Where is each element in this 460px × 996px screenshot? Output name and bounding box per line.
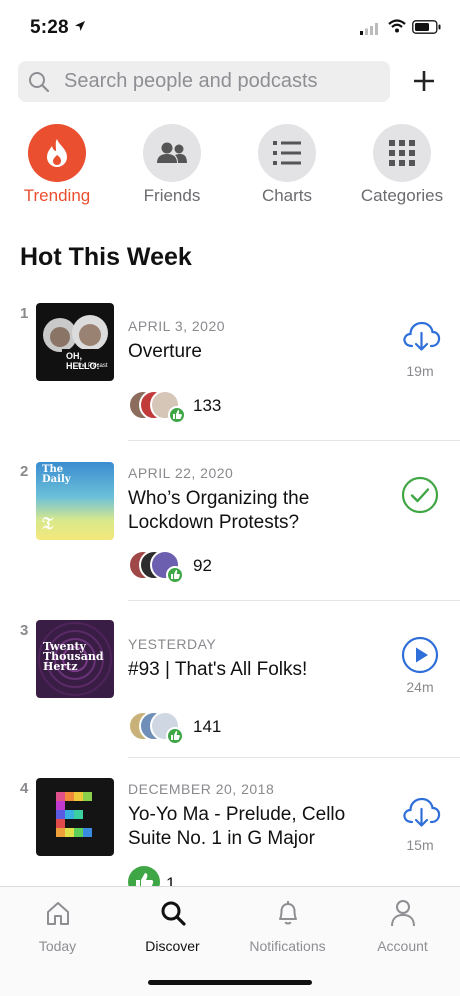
category-label: Categories — [360, 186, 444, 205]
episode-date: DECEMBER 20, 2018 — [128, 781, 275, 797]
download-icon — [403, 797, 441, 827]
download-icon — [403, 321, 441, 351]
bell-icon — [230, 897, 345, 929]
thumbs-up-icon — [166, 727, 184, 745]
thumbs-up-icon — [166, 566, 184, 584]
episode-rank: 4 — [20, 780, 29, 797]
play-icon — [401, 636, 439, 674]
artwork-text: The Daily — [42, 464, 71, 485]
wifi-icon — [388, 19, 406, 38]
tab-label: Notifications — [249, 938, 326, 954]
search-icon — [115, 897, 230, 929]
download-button[interactable] — [401, 794, 441, 832]
list-icon — [258, 124, 316, 182]
section-title: Hot This Week — [20, 243, 192, 271]
home-indicator — [148, 980, 312, 985]
thumbs-up-icon — [168, 406, 186, 424]
tab-label: Discover — [145, 938, 200, 954]
divider — [128, 440, 460, 441]
podcast-artwork: The Daily 𝔗 — [36, 462, 114, 540]
home-icon — [0, 897, 115, 929]
play-button[interactable] — [401, 636, 439, 674]
people-icon — [143, 124, 201, 182]
downloaded-button[interactable] — [401, 476, 439, 514]
podcast-artwork: OH, HELLO: the P'dcast — [36, 303, 114, 381]
search-input[interactable]: Search people and podcasts — [18, 61, 390, 102]
plus-icon — [414, 71, 434, 91]
podcast-artwork — [36, 778, 114, 856]
flame-icon — [28, 124, 86, 182]
like-count: 92 — [193, 556, 212, 575]
status-bar: 5:28 — [0, 0, 460, 54]
episode-date: APRIL 22, 2020 — [128, 465, 234, 481]
check-icon — [401, 476, 439, 514]
episode-rank: 3 — [20, 622, 29, 639]
category-label: Trending — [23, 186, 91, 205]
artwork-text: Twenty Thousand Hertz — [43, 640, 104, 673]
location-arrow-icon — [74, 19, 86, 37]
category-trending[interactable]: Trending — [2, 124, 112, 206]
download-button[interactable] — [401, 318, 441, 356]
tab-label: Account — [377, 938, 428, 954]
episode-rank: 1 — [20, 305, 29, 322]
category-charts[interactable]: Charts — [232, 124, 342, 206]
episode-duration: 19m — [406, 363, 434, 379]
tab-notifications[interactable]: Notifications — [230, 897, 345, 954]
tab-today[interactable]: Today — [0, 897, 115, 954]
search-icon — [28, 71, 50, 98]
status-time: 5:28 — [30, 17, 69, 38]
category-friends[interactable]: Friends — [117, 124, 227, 206]
battery-icon — [412, 20, 442, 39]
category-label: Friends — [143, 186, 201, 205]
cellular-signal-icon — [360, 22, 380, 40]
episode-title: Yo-Yo Ma - Prelude, Cello Suite No. 1 in… — [128, 804, 346, 849]
tab-account[interactable]: Account — [345, 897, 460, 954]
tab-label: Today — [38, 938, 77, 954]
category-categories[interactable]: Categories — [347, 124, 457, 206]
category-label: Charts — [261, 186, 313, 205]
episode-duration: 24m — [406, 679, 434, 695]
episode-title: Who’s Organizing the Lockdown Protests? — [128, 488, 310, 533]
episode-rank: 2 — [20, 463, 29, 480]
like-count: 141 — [193, 717, 222, 736]
search-placeholder: Search people and podcasts — [64, 70, 318, 92]
episode-date: APRIL 3, 2020 — [128, 318, 226, 334]
episode-title: Overture — [128, 341, 202, 362]
divider — [128, 600, 460, 601]
add-button[interactable] — [410, 66, 438, 96]
grid-icon — [373, 124, 431, 182]
artwork-subtext: the P'dcast — [78, 363, 108, 369]
nyt-logo-icon: 𝔗 — [42, 514, 54, 534]
episode-date: YESTERDAY — [128, 636, 217, 652]
episode-title: #93 | That's All Folks! — [128, 659, 308, 680]
person-icon — [345, 897, 460, 929]
tab-discover[interactable]: Discover — [115, 897, 230, 954]
divider — [128, 757, 460, 758]
episode-duration: 15m — [406, 837, 434, 853]
like-count: 133 — [193, 396, 222, 415]
podcast-artwork: Twenty Thousand Hertz — [36, 620, 114, 698]
